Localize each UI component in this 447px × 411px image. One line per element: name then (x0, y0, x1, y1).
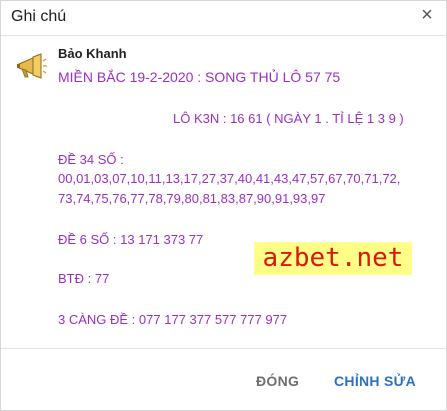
author-name: Bảo Khanh (58, 46, 127, 61)
note-line: 73,74,75,76,77,78,79,80,81,83,87,90,91,9… (58, 191, 326, 206)
dialog-footer: ĐÓNG CHỈNH SỬA (1, 348, 446, 411)
note-line: LÔ K3N : 16 61 ( NGÀY 1 . TỈ LỆ 1 3 9 ) (173, 111, 404, 126)
close-button[interactable]: ĐÓNG (256, 373, 299, 389)
dialog-header: Ghi chú × (1, 1, 446, 36)
edit-button[interactable]: CHỈNH SỬA (334, 373, 416, 389)
note-line: MIỀN BẮC 19-2-2020 : SONG THỦ LÔ 57 75 (58, 69, 341, 85)
note-line: BTĐ : 77 (58, 271, 110, 286)
note-dialog: Ghi chú × Bảo Khanh MIỀN BẮC 19-2-2020 :… (0, 0, 447, 411)
watermark-label: azbet.net (254, 242, 412, 275)
note-line: ĐỀ 6 SỐ : 13 171 373 77 (58, 232, 204, 247)
megaphone-icon (16, 53, 48, 81)
close-icon[interactable]: × (416, 4, 438, 26)
note-line: ĐỀ 34 SỐ : (58, 152, 124, 167)
note-line: 3 CÀNG ĐỀ : 077 177 377 577 777 977 (58, 312, 288, 327)
dialog-title: Ghi chú (11, 8, 67, 25)
note-line: 00,01,03,07,10,11,13,17,27,37,40,41,43,4… (58, 171, 401, 186)
